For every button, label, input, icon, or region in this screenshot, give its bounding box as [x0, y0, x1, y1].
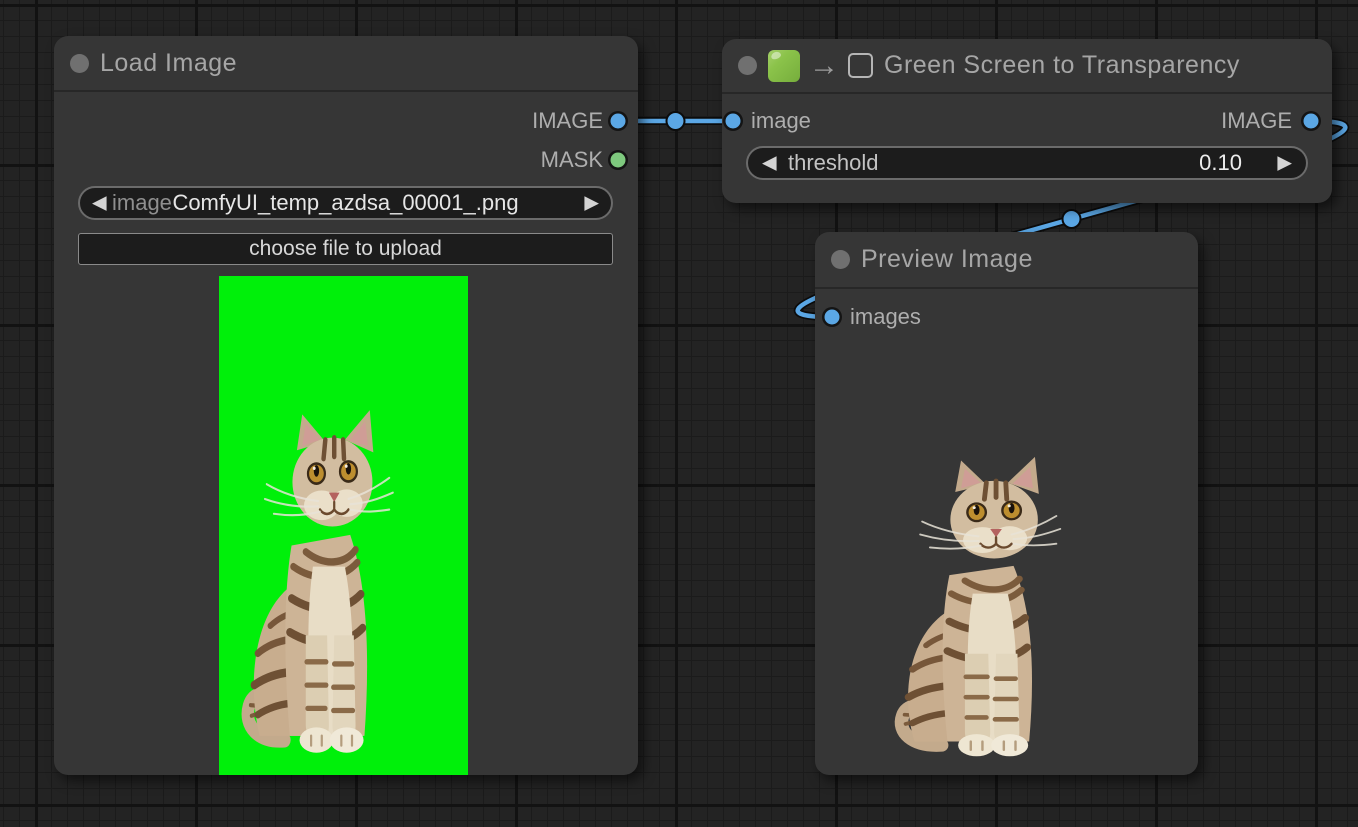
link-midpoint-dot: [1063, 210, 1081, 228]
output-label-mask: MASK: [541, 147, 603, 173]
node-preview-image[interactable]: Preview Image images: [815, 232, 1198, 775]
output-port-image[interactable]: [1304, 114, 1319, 129]
threshold-increment-arrow-icon[interactable]: ▶: [1277, 154, 1292, 173]
node-title: Preview Image: [861, 245, 1033, 274]
link-midpoint-dot: [667, 112, 685, 130]
combo-next-arrow-icon[interactable]: ▶: [584, 194, 599, 213]
node-title-bar[interactable]: Load Image: [54, 36, 638, 92]
green-square-icon: [768, 50, 800, 82]
collapse-dot[interactable]: [831, 250, 850, 269]
threshold-widget-label: threshold: [788, 150, 879, 176]
combo-widget-value: ComfyUI_temp_azdsa_00001_.png: [80, 190, 611, 216]
node-load-image[interactable]: Load Image IMAGE MASK ◀ image ComfyUI_te…: [54, 36, 638, 775]
output-port-image[interactable]: [611, 114, 626, 129]
threshold-number-widget[interactable]: ◀ threshold 0.10 ▶: [746, 146, 1308, 180]
image-filename-combo[interactable]: ◀ image ComfyUI_temp_azdsa_00001_.png ▶: [78, 186, 613, 220]
collapse-dot[interactable]: [70, 54, 89, 73]
choose-file-button[interactable]: choose file to upload: [78, 233, 613, 265]
choose-file-button-label: choose file to upload: [249, 237, 442, 261]
threshold-decrement-arrow-icon[interactable]: ◀: [762, 154, 777, 173]
transform-arrow-icon: →: [809, 51, 839, 81]
node-title: Load Image: [100, 49, 237, 78]
node-title: Green Screen to Transparency: [884, 51, 1240, 80]
node-graph-canvas[interactable]: Load Image IMAGE MASK ◀ image ComfyUI_te…: [0, 0, 1358, 827]
cat-on-greenscreen-image: [240, 408, 400, 757]
node-title-bar[interactable]: Preview Image: [815, 232, 1198, 289]
output-port-mask[interactable]: [611, 153, 626, 168]
input-port-image[interactable]: [726, 114, 741, 129]
output-label-image: IMAGE: [1221, 108, 1292, 134]
collapse-dot[interactable]: [738, 56, 757, 75]
loaded-image-preview: [219, 276, 468, 775]
transparent-square-icon: [848, 53, 873, 78]
output-label-image: IMAGE: [532, 108, 603, 134]
input-label-images: images: [850, 304, 921, 330]
cat-transparent-preview-image: [893, 455, 1068, 760]
input-label-image: image: [751, 108, 811, 134]
node-green-screen-to-transparency[interactable]: → Green Screen to Transparency image IMA…: [722, 39, 1332, 203]
input-port-images[interactable]: [825, 310, 840, 325]
node-title-bar[interactable]: → Green Screen to Transparency: [722, 39, 1332, 94]
threshold-widget-value: 0.10: [1199, 150, 1242, 176]
